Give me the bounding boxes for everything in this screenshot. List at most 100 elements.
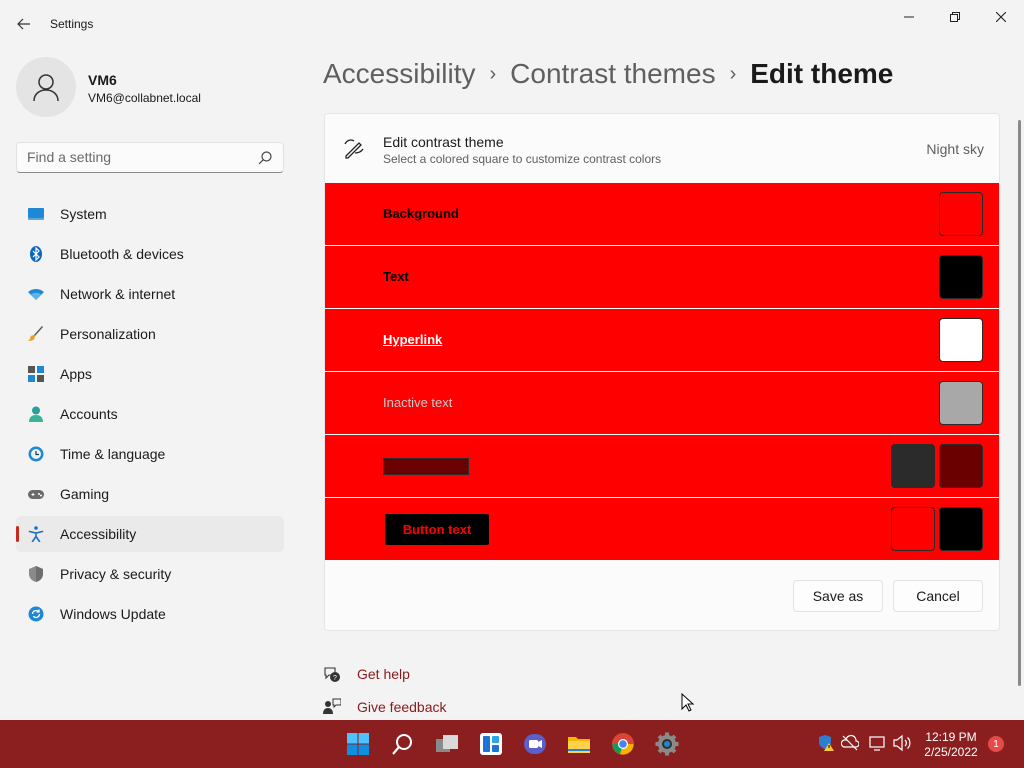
clock-time: 12:19 PM bbox=[925, 730, 977, 744]
breadcrumb: Accessibility › Contrast themes › Edit theme bbox=[323, 58, 893, 90]
gamepad-icon bbox=[28, 490, 44, 499]
sidebar-item-time-language[interactable]: Time & language bbox=[16, 436, 284, 472]
apps-icon bbox=[28, 366, 44, 382]
cancel-button[interactable]: Cancel bbox=[893, 580, 983, 612]
clock-date: 2/25/2022 bbox=[924, 745, 978, 759]
sidebar-item-windows-update[interactable]: Windows Update bbox=[16, 596, 284, 632]
system-clock[interactable]: 12:19 PM 2/25/2022 bbox=[920, 730, 982, 760]
minimize-button[interactable] bbox=[886, 4, 932, 30]
color-swatch-text[interactable] bbox=[939, 255, 983, 299]
teams-chat-icon[interactable] bbox=[523, 732, 547, 756]
avatar[interactable] bbox=[16, 57, 76, 117]
update-icon bbox=[28, 606, 44, 622]
volume-icon[interactable] bbox=[893, 734, 911, 752]
sidebar-nav: System Bluetooth & devices Network & int… bbox=[16, 196, 284, 636]
restore-button[interactable] bbox=[932, 4, 978, 30]
sidebar-item-label: Accounts bbox=[60, 406, 118, 422]
settings-icon[interactable] bbox=[655, 732, 679, 756]
row-inactive-text: Inactive text bbox=[325, 372, 999, 434]
title-bar: Settings bbox=[0, 0, 1024, 48]
chrome-icon[interactable] bbox=[611, 732, 635, 756]
security-warning-icon[interactable] bbox=[817, 734, 835, 752]
row-selected-text bbox=[325, 435, 999, 497]
sidebar-item-apps[interactable]: Apps bbox=[16, 356, 284, 392]
display-icon[interactable] bbox=[869, 734, 887, 752]
close-icon bbox=[996, 12, 1006, 22]
sidebar-item-system[interactable]: System bbox=[16, 196, 284, 232]
sidebar-item-accounts[interactable]: Accounts bbox=[16, 396, 284, 432]
edit-theme-icon bbox=[344, 139, 364, 159]
restore-icon bbox=[950, 12, 960, 22]
sidebar-item-label: Accessibility bbox=[60, 526, 137, 542]
row-label: Background bbox=[383, 206, 459, 221]
sidebar-item-network[interactable]: Network & internet bbox=[16, 276, 284, 312]
get-help-link[interactable]: Get help bbox=[357, 666, 410, 682]
search-box[interactable] bbox=[16, 142, 284, 173]
sidebar-item-label: Time & language bbox=[60, 446, 166, 462]
sidebar-item-label: Gaming bbox=[60, 486, 110, 502]
mouse-cursor-icon bbox=[681, 693, 695, 712]
widgets-icon[interactable] bbox=[479, 732, 503, 756]
user-email: VM6@collabnet.local bbox=[88, 91, 201, 105]
panel-title: Edit contrast theme bbox=[383, 134, 504, 150]
app-title: Settings bbox=[50, 17, 94, 31]
globe-clock-icon bbox=[28, 446, 44, 462]
color-swatch-inactive-text[interactable] bbox=[939, 381, 983, 425]
sidebar-item-label: System bbox=[60, 206, 107, 222]
notification-badge[interactable]: 1 bbox=[988, 736, 1004, 752]
wifi-icon bbox=[28, 289, 44, 300]
task-view-icon[interactable] bbox=[435, 732, 459, 756]
give-feedback-row[interactable]: Give feedback bbox=[323, 697, 463, 717]
breadcrumb-accessibility[interactable]: Accessibility bbox=[323, 58, 475, 90]
accessibility-icon bbox=[28, 526, 44, 542]
file-explorer-icon[interactable] bbox=[567, 732, 591, 756]
color-swatch-background[interactable] bbox=[939, 192, 983, 236]
windows-start-icon[interactable] bbox=[346, 732, 370, 756]
panel-header: Edit contrast theme Select a colored squ… bbox=[325, 114, 999, 183]
user-name: VM6 bbox=[88, 72, 117, 88]
minimize-icon bbox=[904, 16, 914, 18]
selected-text-sample bbox=[383, 458, 469, 475]
help-icon: ? bbox=[324, 667, 340, 682]
search-icon[interactable] bbox=[257, 150, 273, 166]
sidebar-item-bluetooth[interactable]: Bluetooth & devices bbox=[16, 236, 284, 272]
color-swatch-selected-background[interactable] bbox=[939, 444, 983, 488]
color-swatch-selected-text[interactable] bbox=[891, 444, 935, 488]
shield-icon bbox=[29, 566, 43, 582]
bluetooth-icon bbox=[30, 246, 42, 262]
sidebar-item-label: Bluetooth & devices bbox=[60, 246, 184, 262]
theme-name: Night sky bbox=[926, 141, 984, 157]
color-swatch-hyperlink[interactable] bbox=[939, 318, 983, 362]
back-arrow-icon[interactable] bbox=[12, 12, 36, 36]
search-input[interactable] bbox=[27, 149, 247, 165]
breadcrumb-separator: › bbox=[729, 63, 737, 85]
row-button-text: Button text bbox=[325, 498, 999, 560]
button-text-sample: Button text bbox=[385, 514, 489, 545]
sidebar-item-privacy[interactable]: Privacy & security bbox=[16, 556, 284, 592]
sidebar-item-gaming[interactable]: Gaming bbox=[16, 476, 284, 512]
give-feedback-link[interactable]: Give feedback bbox=[357, 699, 447, 715]
sidebar-item-accessibility[interactable]: Accessibility bbox=[16, 516, 284, 552]
breadcrumb-separator: › bbox=[489, 63, 497, 85]
taskbar bbox=[0, 720, 1024, 768]
edit-theme-panel: Edit contrast theme Select a colored squ… bbox=[324, 113, 1000, 631]
sidebar-item-personalization[interactable]: Personalization bbox=[16, 316, 284, 352]
search-icon[interactable] bbox=[391, 732, 415, 756]
color-swatch-button-background[interactable] bbox=[939, 507, 983, 551]
save-as-button[interactable]: Save as bbox=[793, 580, 883, 612]
sidebar-item-label: Privacy & security bbox=[60, 566, 172, 582]
sidebar-item-label: Personalization bbox=[60, 326, 156, 342]
network-offline-icon[interactable] bbox=[841, 734, 859, 752]
row-label: Text bbox=[383, 269, 409, 284]
row-background: Background bbox=[325, 183, 999, 245]
color-swatch-button-text[interactable] bbox=[891, 507, 935, 551]
accounts-icon bbox=[29, 406, 43, 422]
sidebar-item-label: Network & internet bbox=[60, 286, 176, 302]
get-help-row[interactable]: ? Get help bbox=[323, 664, 443, 684]
breadcrumb-contrast-themes[interactable]: Contrast themes bbox=[510, 58, 715, 90]
scrollbar[interactable] bbox=[1018, 120, 1021, 686]
close-button[interactable] bbox=[978, 4, 1024, 30]
row-text: Text bbox=[325, 246, 999, 308]
panel-subtitle: Select a colored square to customize con… bbox=[383, 152, 662, 166]
row-label: Inactive text bbox=[383, 395, 453, 410]
